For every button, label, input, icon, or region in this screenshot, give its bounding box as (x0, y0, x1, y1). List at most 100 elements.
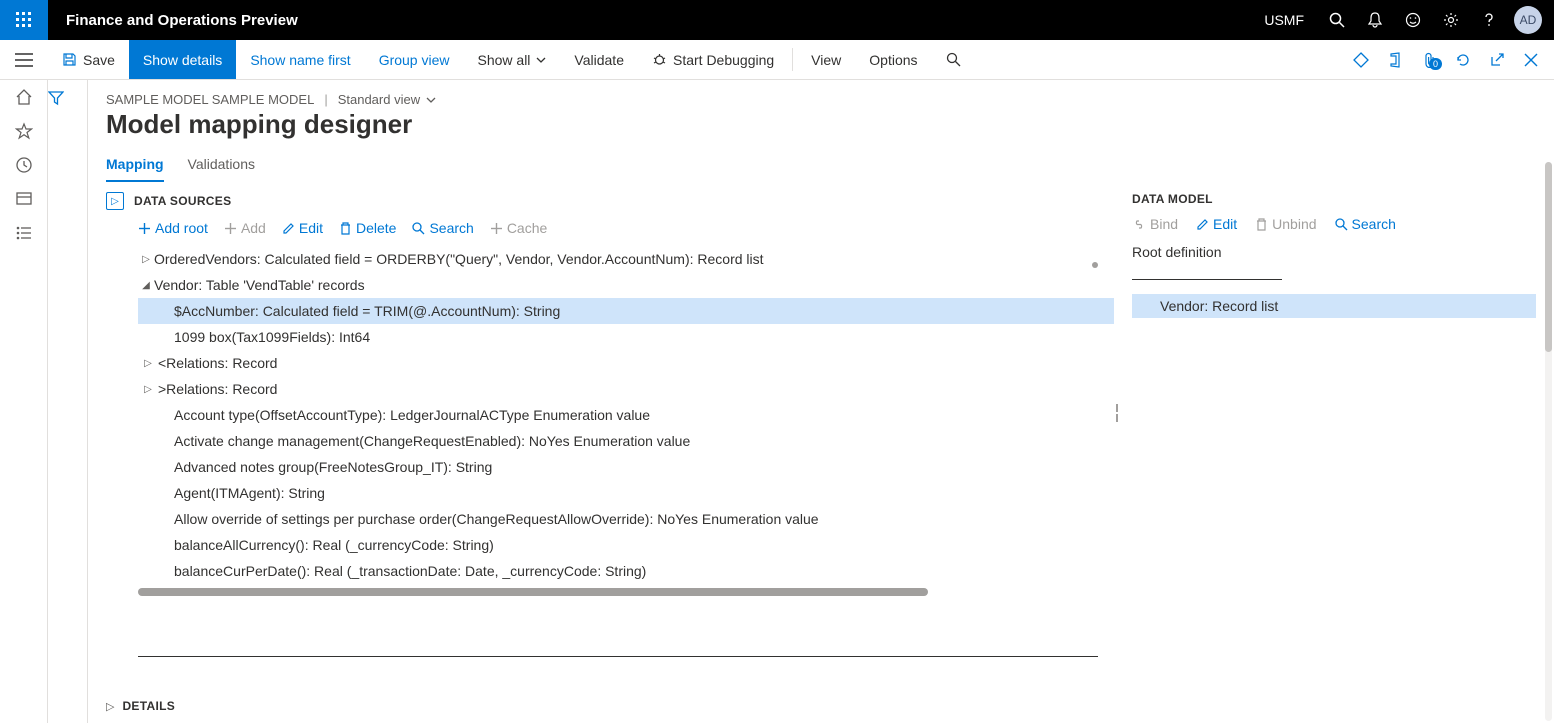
diamond-button[interactable] (1344, 52, 1378, 68)
modules-nav[interactable] (15, 224, 33, 242)
office-button[interactable] (1378, 52, 1412, 68)
star-icon (15, 122, 33, 140)
tree-row[interactable]: Account type(OffsetAccountType): LedgerJ… (138, 402, 1114, 428)
data-model-title: DATA MODEL (1132, 192, 1536, 206)
tree-row[interactable]: ▷<Relations: Record (138, 350, 1114, 376)
favorites-nav[interactable] (15, 122, 33, 140)
show-details-button[interactable]: Show details (129, 40, 236, 79)
start-debugging-button[interactable]: Start Debugging (638, 40, 788, 79)
tabs: Mapping Validations (88, 150, 1554, 182)
gear-icon (1443, 12, 1459, 28)
view-selector[interactable]: Standard view (338, 92, 436, 107)
link-icon (1132, 218, 1146, 231)
tree-row[interactable]: ▷OrderedVendors: Calculated field = ORDE… (138, 246, 1114, 272)
refresh-button[interactable] (1446, 52, 1480, 68)
tree-row[interactable]: Allow override of settings per purchase … (138, 506, 1114, 532)
feedback-button[interactable] (1394, 0, 1432, 40)
dm-search-button[interactable]: Search (1335, 216, 1396, 232)
dm-edit-button[interactable]: Edit (1196, 216, 1237, 232)
list-icon (15, 224, 33, 242)
help-button[interactable] (1470, 0, 1508, 40)
tree-row[interactable]: ◢Vendor: Table 'VendTable' records (138, 272, 1114, 298)
save-icon (62, 52, 77, 67)
tree-row[interactable]: balanceAllCurrency(): Real (_currencyCod… (138, 532, 1114, 558)
bind-button: Bind (1132, 216, 1178, 232)
data-sources-tree: ▷OrderedVendors: Calculated field = ORDE… (106, 246, 1114, 584)
datasource-types-toggle[interactable]: ▷ (106, 192, 124, 210)
tree-row[interactable]: Advanced notes group(FreeNotesGroup_IT):… (138, 454, 1114, 480)
breadcrumb: SAMPLE MODEL SAMPLE MODEL | Standard vie… (88, 80, 1554, 107)
close-icon (1524, 53, 1538, 67)
horizontal-scrollbar[interactable] (138, 588, 928, 596)
data-model-panel: DATA MODEL Bind Edit Unbind (1132, 192, 1536, 689)
waffle-button[interactable] (0, 0, 48, 40)
tab-mapping[interactable]: Mapping (106, 150, 164, 182)
tree-row[interactable]: Activate change management(ChangeRequest… (138, 428, 1114, 454)
group-view-label: Group view (379, 52, 450, 68)
dm-edit-label: Edit (1213, 216, 1237, 232)
tree-label: 1099 box(Tax1099Fields): Int64 (174, 329, 370, 345)
add-button: Add (224, 220, 266, 236)
tree-label: Vendor: Table 'VendTable' records (154, 277, 365, 293)
splitter-handle[interactable] (1114, 402, 1120, 424)
show-name-first-label: Show name first (250, 52, 350, 68)
details-section[interactable]: ▷ DETAILS (88, 689, 1554, 723)
office-icon (1388, 52, 1402, 68)
filter-icon (48, 90, 64, 106)
popout-icon (1490, 52, 1505, 67)
delete-button[interactable]: Delete (339, 220, 396, 236)
tree-row[interactable]: 1099 box(Tax1099Fields): Int64 (138, 324, 1114, 350)
options-menu[interactable]: Options (855, 40, 931, 79)
view-menu[interactable]: View (797, 40, 855, 79)
show-all-dropdown[interactable]: Show all (464, 40, 561, 79)
close-button[interactable] (1514, 53, 1548, 67)
chevron-down-icon (536, 57, 546, 63)
top-bar: Finance and Operations Preview USMF AD (0, 0, 1554, 40)
unbind-button: Unbind (1255, 216, 1316, 232)
clock-icon (15, 156, 33, 174)
ds-search-button[interactable]: Search (412, 220, 473, 236)
tree-row[interactable]: Agent(ITMAgent): String (138, 480, 1114, 506)
workspaces-nav[interactable] (15, 190, 33, 208)
action-bar: Save Show details Show name first Group … (0, 40, 1554, 80)
debug-icon (652, 52, 667, 67)
filter-button[interactable] (48, 90, 87, 106)
tree-row-selected[interactable]: $AccNumber: Calculated field = TRIM(@.Ac… (138, 298, 1114, 324)
tree-label: Allow override of settings per purchase … (174, 511, 819, 527)
add-root-button[interactable]: Add root (138, 220, 208, 236)
search-icon (946, 52, 961, 67)
cache-label: Cache (507, 220, 547, 236)
view-name: Standard view (338, 92, 420, 107)
validate-button[interactable]: Validate (560, 40, 638, 79)
vertical-scrollbar[interactable] (1545, 162, 1552, 721)
tree-label: <Relations: Record (158, 355, 277, 371)
attachments-button[interactable]: 0 (1412, 52, 1446, 68)
nav-toggle[interactable] (0, 40, 48, 79)
smiley-icon (1405, 12, 1421, 28)
root-definition-input[interactable] (1132, 266, 1282, 280)
search-button[interactable] (1318, 0, 1356, 40)
save-button[interactable]: Save (48, 40, 129, 79)
tab-validations[interactable]: Validations (188, 150, 255, 182)
dm-search-label: Search (1352, 216, 1396, 232)
notifications-button[interactable] (1356, 0, 1394, 40)
data-sources-title: DATA SOURCES (134, 194, 231, 208)
page-title: Model mapping designer (88, 107, 1554, 150)
company-code[interactable]: USMF (1250, 12, 1318, 28)
refresh-icon (1455, 52, 1471, 68)
hamburger-icon (15, 53, 33, 67)
tree-row[interactable]: balanceCurPerDate(): Real (_transactionD… (138, 558, 1114, 584)
settings-button[interactable] (1432, 0, 1470, 40)
home-nav[interactable] (15, 88, 33, 106)
user-avatar[interactable]: AD (1514, 6, 1542, 34)
recent-nav[interactable] (15, 156, 33, 174)
data-model-item[interactable]: Vendor: Record list (1132, 294, 1536, 318)
tree-row[interactable]: ▷>Relations: Record (138, 376, 1114, 402)
popout-button[interactable] (1480, 52, 1514, 67)
edit-button[interactable]: Edit (282, 220, 323, 236)
main-content: SAMPLE MODEL SAMPLE MODEL | Standard vie… (88, 80, 1554, 723)
group-view-button[interactable]: Group view (365, 40, 464, 79)
unbind-label: Unbind (1272, 216, 1316, 232)
action-search[interactable] (932, 40, 975, 79)
show-name-first-button[interactable]: Show name first (236, 40, 364, 79)
